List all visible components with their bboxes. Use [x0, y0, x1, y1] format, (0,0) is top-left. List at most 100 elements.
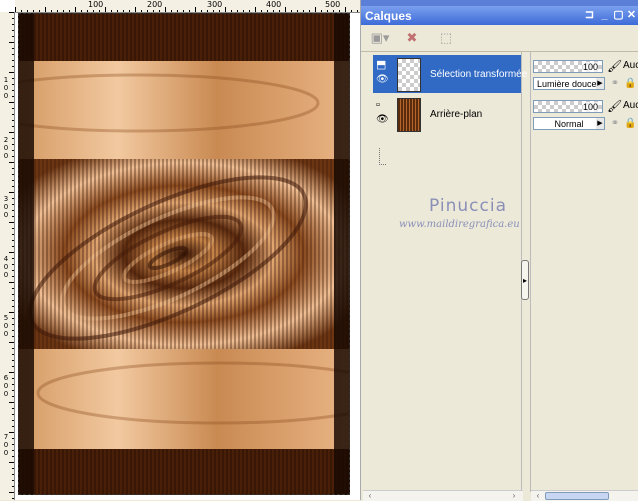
ruler-tick: [27, 10, 28, 12]
aux-label: Auc: [623, 60, 638, 71]
ruler-tick: [9, 342, 14, 343]
ruler-tick: [12, 138, 14, 139]
ruler-tick: [129, 10, 130, 12]
ruler-tick: [321, 10, 322, 12]
dropdown-arrow-icon[interactable]: ▶: [596, 118, 604, 129]
layer-name[interactable]: Sélection transformée: [430, 69, 527, 80]
ruler-tick: [105, 7, 106, 12]
ruler-tick: [9, 132, 14, 133]
ruler-tick: [12, 396, 14, 397]
ruler-tick: [201, 10, 202, 12]
ruler-tick: [12, 174, 14, 175]
ruler-tick: [12, 324, 14, 325]
ruler-tick: [333, 10, 334, 12]
layer-type-icon: ▫: [376, 99, 380, 111]
lock-icon[interactable]: 🔒: [624, 118, 636, 130]
lock-icon[interactable]: 🔒: [624, 78, 636, 90]
ruler-tick: [9, 492, 14, 493]
ruler-tick: [12, 336, 14, 337]
layer-row-selection[interactable]: ⬒ 👁 Sélection transformée: [373, 55, 527, 93]
close-icon[interactable]: ✕: [625, 9, 638, 22]
ruler-tick: [21, 10, 22, 12]
ruler-tick: [12, 30, 14, 31]
watermark-name: Pinuccia: [429, 196, 507, 216]
ruler-tick: [12, 186, 14, 187]
brush-icon[interactable]: 🖌: [607, 99, 622, 113]
ruler-tick: [123, 10, 124, 12]
ruler-label-100: 100: [88, 0, 104, 9]
link-icon[interactable]: ⚭: [609, 118, 621, 130]
eye-icon[interactable]: 👁: [376, 115, 390, 125]
edit-selection-icon[interactable]: ⬚: [435, 29, 457, 47]
ruler-tick: [189, 10, 190, 12]
ruler-tick: [12, 60, 14, 61]
ruler-tick: [207, 10, 208, 12]
ruler-tick: [57, 10, 58, 12]
ruler-tick: [267, 10, 268, 12]
image-document[interactable]: [18, 13, 350, 495]
ruler-tick: [87, 10, 88, 12]
eye-icon[interactable]: 👁: [376, 75, 390, 85]
dropdown-arrow-icon[interactable]: ▶: [596, 78, 604, 89]
ruler-tick: [213, 10, 214, 12]
ruler-tick: [12, 468, 14, 469]
ruler-tick: [12, 330, 14, 331]
blend-mode-value: Lumière douce: [537, 79, 597, 89]
delete-icon[interactable]: ✖: [401, 29, 423, 47]
ruler-tick: [99, 10, 100, 12]
palette-titlebar[interactable]: Calques ⊐ _ ▢ ✕: [361, 6, 638, 25]
ruler-label-v400: 4 0 0: [3, 255, 9, 279]
brush-icon[interactable]: 🖌: [607, 59, 622, 73]
splitter-grip-icon[interactable]: ▸: [521, 260, 529, 300]
ruler-tick: [12, 204, 14, 205]
dock-icon[interactable]: ⊐: [583, 9, 596, 22]
ruler-tick: [12, 198, 14, 199]
minimize-icon[interactable]: _: [598, 9, 611, 22]
blend-mode-select[interactable]: Normal ▶: [533, 117, 605, 130]
ruler-tick: [12, 120, 14, 121]
layer-name[interactable]: Arrière-plan: [430, 109, 482, 120]
ruler-label-300: 300: [207, 0, 223, 9]
opacity-slider[interactable]: 100: [533, 100, 603, 113]
ruler-tick: [9, 372, 14, 373]
left-side-strip: [18, 13, 34, 495]
ruler-tick: [12, 108, 14, 109]
ruler-tick: [147, 10, 148, 12]
blend-mode-select[interactable]: Lumière douce ▶: [533, 77, 605, 90]
ruler-label-400: 400: [266, 0, 282, 9]
ruler-tick: [273, 10, 274, 12]
ruler-tick: [12, 54, 14, 55]
ruler-tick: [327, 10, 328, 12]
layers-palette: Calques ⊐ _ ▢ ✕ ▣▾ ✖ ⬚ ⬒ 👁 Sélection tra…: [360, 0, 638, 501]
ruler-tick: [9, 402, 14, 403]
ruler-tick: [12, 48, 14, 49]
aux-label: Auc: [623, 100, 638, 111]
properties-scrollbar[interactable]: ‹: [531, 490, 638, 501]
layer-list-scrollbar[interactable]: ‹ ›: [363, 490, 523, 501]
opacity-slider[interactable]: 100: [533, 60, 603, 73]
ruler-label-v700: 7 0 0: [3, 433, 9, 457]
ruler-tick: [261, 10, 262, 12]
layer-tree-line: [379, 148, 386, 165]
ruler-tick: [9, 162, 14, 163]
new-layer-icon[interactable]: ▣▾: [367, 29, 393, 47]
vertical-ruler: 1 0 0 2 0 0 3 0 0 4 0 0 5 0 0 6 0 0 7 0 …: [0, 12, 15, 500]
ruler-tick: [9, 222, 14, 223]
ruler-label-200: 200: [147, 0, 163, 9]
ruler-tick: [291, 10, 292, 12]
layers-toolbar: ▣▾ ✖ ⬚: [361, 25, 638, 52]
canvas-area[interactable]: 100 200 300 400 500 1 0 0 2 0 0 3 0 0 4 …: [0, 0, 360, 500]
ruler-tick: [12, 258, 14, 259]
ruler-tick: [15, 7, 16, 12]
layer-row-background[interactable]: ▫ 👁 Arrière-plan: [373, 95, 521, 133]
ruler-tick: [12, 348, 14, 349]
link-icon[interactable]: ⚭: [609, 78, 621, 90]
ruler-tick: [39, 10, 40, 12]
ruler-tick: [12, 294, 14, 295]
ruler-tick: [117, 10, 118, 12]
restore-icon[interactable]: ▢: [612, 9, 625, 22]
image-canvas[interactable]: [18, 13, 350, 495]
scroll-thumb[interactable]: [545, 492, 609, 500]
watermark-url: www.maildiregrafica.eu: [399, 219, 520, 230]
layer-properties: 100 🖌 Auc Lumière douce ▶ ⚭ 🔒 100 🖌 Auc …: [531, 52, 638, 492]
